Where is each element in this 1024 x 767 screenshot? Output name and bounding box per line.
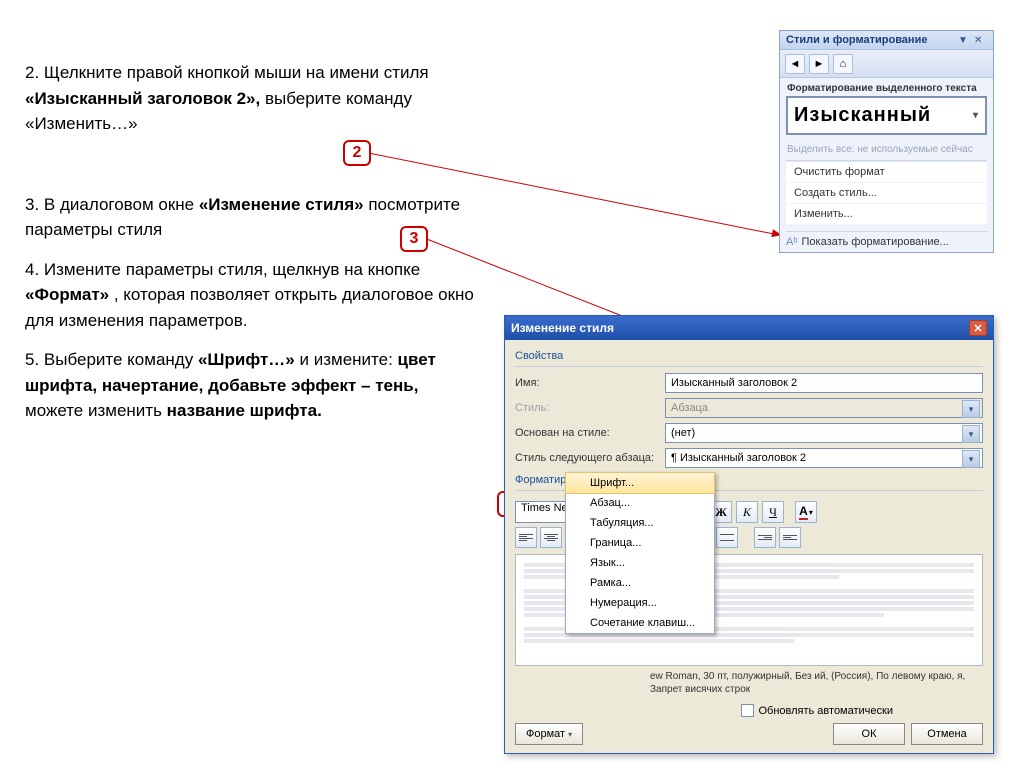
panel-titlebar[interactable]: Стили и форматирование ▼ ✕ <box>780 31 993 50</box>
menu-language[interactable]: Язык... <box>566 553 714 573</box>
format-submenu: Шрифт... Абзац... Табуляция... Граница..… <box>565 472 715 634</box>
ok-button[interactable]: ОК <box>833 723 905 745</box>
ctx-modify[interactable]: Изменить... <box>786 204 987 225</box>
reveal-format-icon: Aᵇ <box>786 236 798 248</box>
select-all-link[interactable]: Выделить все: не используемые сейчас <box>780 141 993 160</box>
styles-and-formatting-panel: Стили и форматирование ▼ ✕ ◄ ► ⌂ Формати… <box>779 30 994 253</box>
align-center-button[interactable] <box>540 527 562 548</box>
font-color-button[interactable]: А <box>795 501 817 523</box>
back-icon[interactable]: ◄ <box>785 54 805 74</box>
show-formatting-link[interactable]: Aᵇ Показать форматирование... <box>780 232 993 252</box>
callout-2: 2 <box>343 140 371 166</box>
menu-numbering[interactable]: Нумерация... <box>566 593 714 613</box>
dialog-titlebar[interactable]: Изменение стиля ✕ <box>505 316 993 340</box>
ctx-create-style[interactable]: Создать стиль... <box>786 183 987 204</box>
menu-frame[interactable]: Рамка... <box>566 573 714 593</box>
modify-style-dialog: Изменение стиля ✕ Свойства Имя: Изысканн… <box>504 315 994 754</box>
indent-increase-button[interactable] <box>779 527 801 548</box>
align-left-button[interactable] <box>515 527 537 548</box>
label-type: Стиль: <box>515 402 665 414</box>
close-button[interactable]: ✕ <box>969 320 987 336</box>
italic-button[interactable]: К <box>736 501 758 523</box>
menu-font[interactable]: Шрифт... <box>565 472 715 494</box>
style-description: ew Roman, 30 пт, полужирный, Без ий, (Ро… <box>515 670 983 696</box>
dropdown-icon[interactable]: ▾ <box>973 110 979 121</box>
indent-decrease-button[interactable] <box>754 527 776 548</box>
section-label: Форматирование выделенного текста <box>780 78 993 96</box>
label-name: Имя: <box>515 377 665 389</box>
label-next-style: Стиль следующего абзаца: <box>515 452 665 464</box>
menu-border[interactable]: Граница... <box>566 533 714 553</box>
panel-toolbar: ◄ ► ⌂ <box>780 50 993 78</box>
cancel-button[interactable]: Отмена <box>911 723 983 745</box>
auto-update-checkbox[interactable] <box>741 704 754 717</box>
input-based-on[interactable]: (нет) <box>665 423 983 443</box>
format-button[interactable]: Формат <box>515 723 583 745</box>
input-next-style[interactable]: ¶ Изысканный заголовок 2 <box>665 448 983 468</box>
label-based-on: Основан на стиле: <box>515 427 665 439</box>
ctx-clear-format[interactable]: Очистить формат <box>786 162 987 183</box>
current-style-display[interactable]: Изысканный▾ <box>786 96 987 135</box>
input-type: Абзаца <box>665 398 983 418</box>
input-name[interactable]: Изысканный заголовок 2 <box>665 373 983 393</box>
menu-tabs[interactable]: Табуляция... <box>566 513 714 533</box>
callout-3: 3 <box>400 226 428 252</box>
home-icon[interactable]: ⌂ <box>833 54 853 74</box>
space-after-button[interactable] <box>716 527 738 548</box>
forward-icon[interactable]: ► <box>809 54 829 74</box>
menu-shortcut[interactable]: Сочетание клавиш... <box>566 613 714 633</box>
group-properties-label: Свойства <box>515 350 983 362</box>
menu-paragraph[interactable]: Абзац... <box>566 493 714 513</box>
context-menu: Очистить формат Создать стиль... Изменит… <box>786 161 987 225</box>
caret-down-icon[interactable]: ▼ <box>958 35 968 45</box>
underline-button[interactable]: Ч <box>762 501 784 523</box>
close-icon[interactable]: ✕ <box>974 35 984 45</box>
auto-update-label: Обновлять автоматически <box>758 705 893 717</box>
